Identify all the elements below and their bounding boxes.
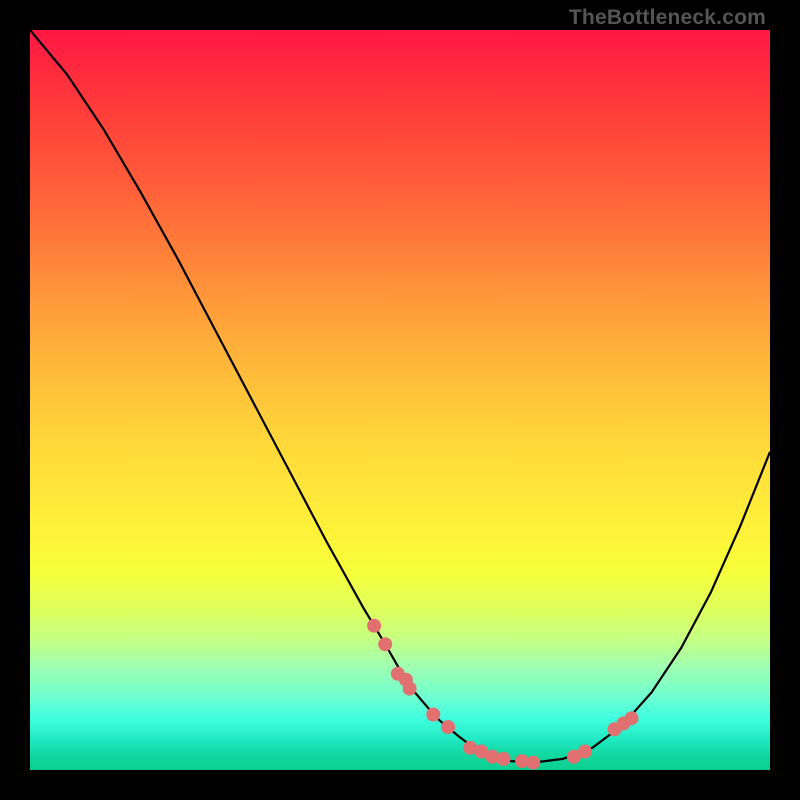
data-point <box>441 720 455 734</box>
data-point <box>426 708 440 722</box>
data-point <box>526 756 540 770</box>
data-point <box>367 619 381 633</box>
data-point <box>378 637 392 651</box>
plot-area <box>30 30 770 770</box>
bottleneck-curve <box>30 30 770 763</box>
data-points <box>367 619 638 770</box>
data-point <box>497 752 511 766</box>
watermark-text: TheBottleneck.com <box>569 6 766 30</box>
chart-svg <box>30 30 770 770</box>
data-point <box>403 682 417 696</box>
data-point <box>578 745 592 759</box>
data-point <box>625 711 639 725</box>
